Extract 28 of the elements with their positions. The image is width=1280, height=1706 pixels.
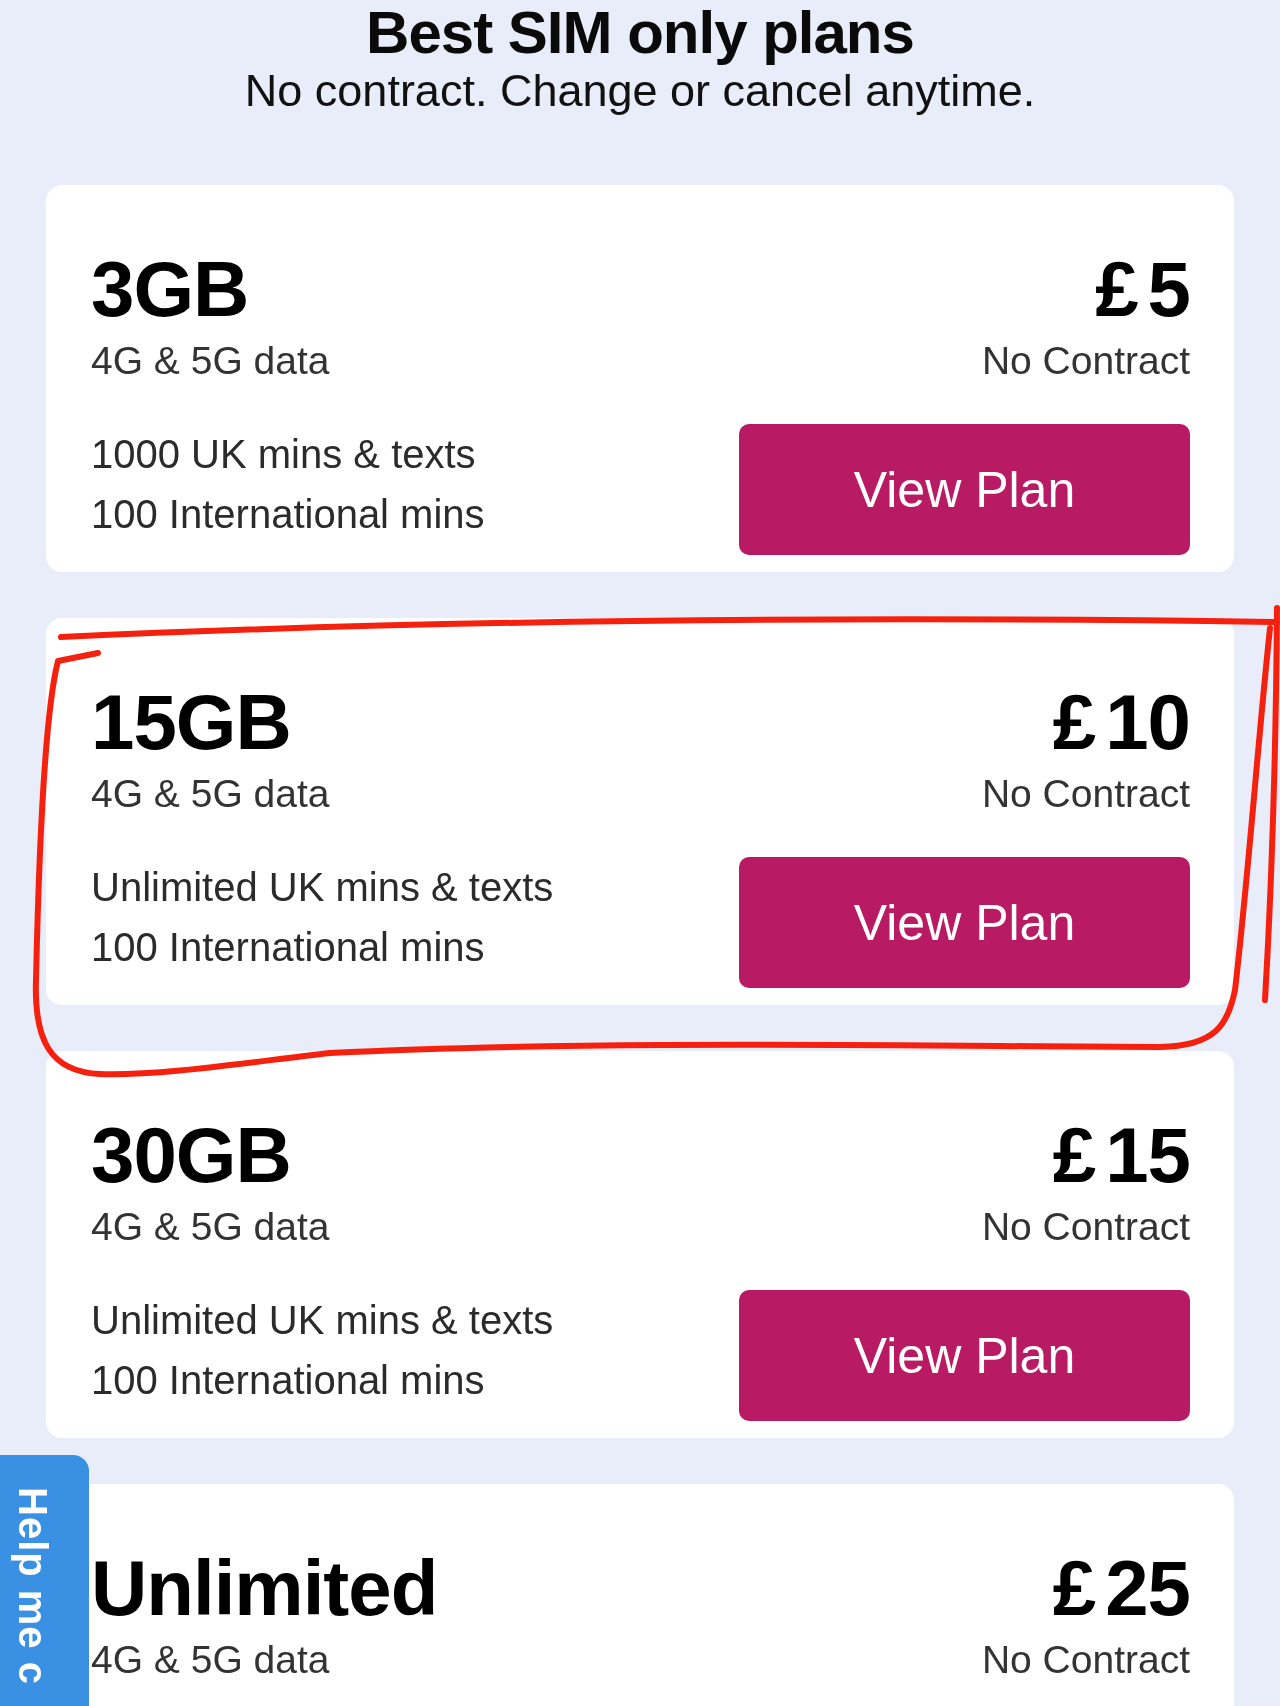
plan-data-allowance: 15GB [91,683,291,761]
plan-feature-text: Unlimited UK mins & texts [91,864,555,911]
plan-price: £25 [1052,1549,1190,1627]
page-subtitle: No contract. Change or cancel anytime. [244,68,1036,113]
help-tab[interactable]: Help me c [0,1455,89,1706]
view-plan-button[interactable]: View Plan [739,1290,1190,1421]
plan-price: £15 [1052,1116,1190,1194]
plan-data-allowance: 3GB [91,250,249,328]
plan-feature-text: 100 International mins [91,491,486,538]
plan-feature-text: 1000 UK mins & texts [91,431,477,478]
plan-feature-text: Unlimited UK mins & texts [91,1297,555,1344]
view-plan-button[interactable]: View Plan [739,424,1190,555]
plan-price: £10 [1052,683,1190,761]
plan-price: £5 [1095,250,1190,328]
page-heading: Best SIM only plans [366,3,914,63]
data-type-text: 4G & 5G data [91,774,330,813]
contract-term-text: No Contract [981,1640,1190,1679]
contract-term-text: No Contract [981,1207,1190,1246]
view-plan-button[interactable]: View Plan [739,857,1190,988]
contract-term-text: No Contract [981,774,1190,813]
plan-feature-text: 100 International mins [91,924,486,971]
data-type-text: 4G & 5G data [91,1207,330,1246]
data-type-text: 4G & 5G data [91,1640,330,1679]
contract-term-text: No Contract [981,341,1190,380]
data-type-text: 4G & 5G data [91,341,330,380]
plan-data-allowance: Unlimited [91,1549,438,1627]
plan-data-allowance: 30GB [91,1116,291,1194]
plan-feature-text: 100 International mins [91,1357,486,1404]
